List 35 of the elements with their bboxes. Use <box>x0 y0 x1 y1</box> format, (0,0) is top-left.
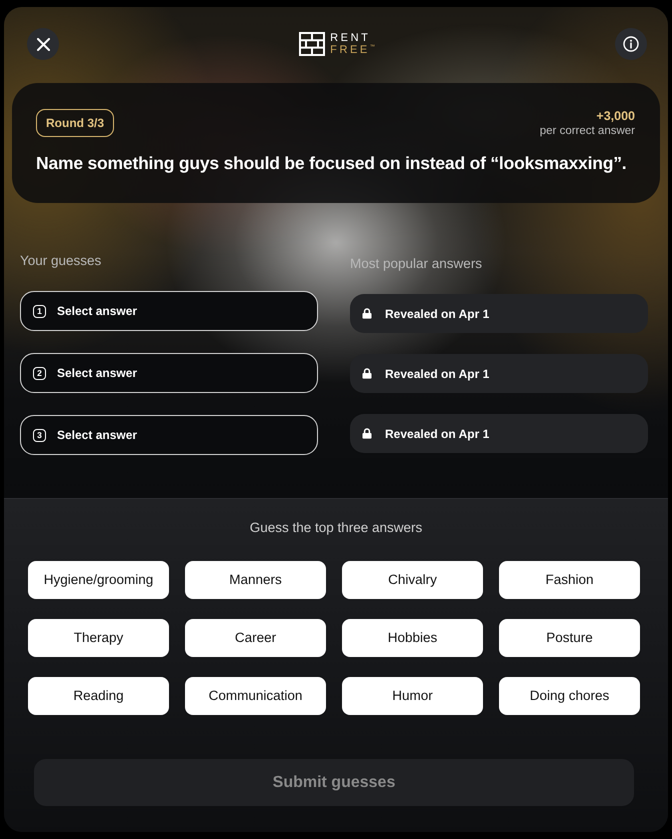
answer-select-field[interactable]: 1 Select answer <box>20 291 318 331</box>
info-icon <box>623 36 639 52</box>
brick-wall-icon <box>299 32 326 56</box>
options-heading: Guess the top three answers <box>248 520 424 536</box>
round-badge: Round 3/3 <box>36 109 114 137</box>
reveal-date-text: Revealed on Apr 1 <box>385 426 490 442</box>
points-value: +3,000 <box>596 109 635 124</box>
slot-number: 3 <box>33 428 46 442</box>
answer-option-button[interactable]: Fashion <box>499 561 640 599</box>
slot-number: 1 <box>33 304 46 318</box>
logo-text: FREE$^{™}$ <box>330 44 375 56</box>
logo-text: RENT <box>330 32 372 44</box>
section-heading: Your guesses <box>20 253 102 269</box>
question-text: Name something guys should be focused on instead of “looksmaxxing”. <box>36 152 628 174</box>
answer-select-field[interactable]: 2 Select answer <box>20 353 318 393</box>
reveal-date-text: Revealed on Apr 1 <box>385 366 490 382</box>
answer-option-button[interactable]: Hygiene/grooming <box>28 561 169 599</box>
close-icon <box>36 38 50 50</box>
answer-option-button[interactable]: Reading <box>28 677 169 715</box>
answer-select-field[interactable]: 3 Select answer <box>20 415 318 455</box>
answer-option-button[interactable]: Manners <box>185 561 326 599</box>
answer-option-button[interactable]: Doing chores <box>499 677 640 715</box>
answer-option-button[interactable]: Humor <box>342 677 483 715</box>
answer-option-button[interactable]: Chivalry <box>342 561 483 599</box>
points-caption: per correct answer <box>540 124 635 138</box>
reveal-date-text: Revealed on Apr 1 <box>385 306 490 322</box>
section-heading: Most popular answers <box>350 256 484 272</box>
close-button[interactable] <box>27 28 59 60</box>
answer-option-button[interactable]: Hobbies <box>342 619 483 657</box>
answer-option-button[interactable]: Communication <box>185 677 326 715</box>
answer-option-button[interactable]: Posture <box>499 619 640 657</box>
slot-number: 2 <box>33 366 46 380</box>
answer-option-button[interactable]: Career <box>185 619 326 657</box>
info-button[interactable] <box>615 28 647 60</box>
answer-option-button[interactable]: Therapy <box>28 619 169 657</box>
